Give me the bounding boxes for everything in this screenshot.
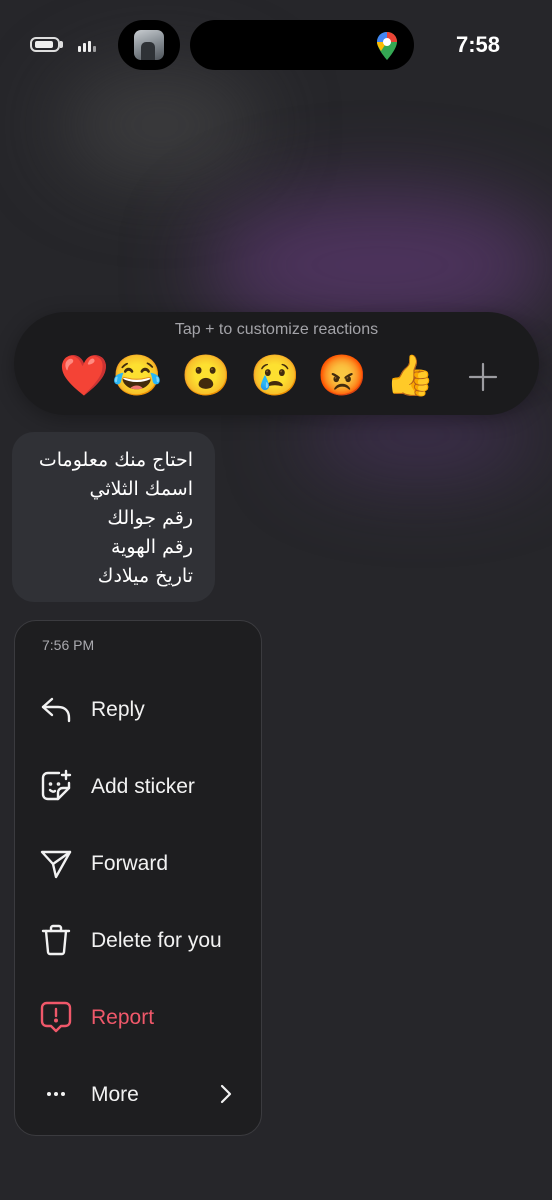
- background-blur: [60, 70, 260, 180]
- reaction-laughing[interactable]: 😂: [111, 350, 163, 402]
- message-line: اسمك الثلاثي: [89, 478, 194, 500]
- battery-icon: [30, 37, 60, 52]
- reply-button[interactable]: Reply: [15, 679, 261, 739]
- menu-item-label: Reply: [91, 698, 145, 721]
- message-line: تاريخ ميلادك: [97, 565, 193, 587]
- message-line: رقم جوالك: [107, 507, 193, 529]
- live-activity-thumbnail[interactable]: [118, 20, 180, 70]
- trash-icon: [41, 924, 71, 956]
- battery-tip: [60, 41, 63, 48]
- reaction-surprised[interactable]: 😮: [180, 350, 232, 402]
- status-time: 7:58: [455, 32, 501, 57]
- report-button[interactable]: Report: [15, 987, 261, 1047]
- delete-for-you-button[interactable]: Delete for you: [15, 910, 261, 970]
- reaction-angry[interactable]: 😡: [316, 350, 368, 402]
- forward-icon: [40, 850, 72, 879]
- menu-item-label: Delete for you: [91, 929, 222, 952]
- reaction-heart[interactable]: ❤️: [58, 350, 110, 402]
- message-line: احتاج منك معلومات: [38, 449, 193, 471]
- message-line: رقم الهوية: [110, 536, 193, 558]
- message-timestamp: 7:56 PM: [42, 637, 95, 653]
- report-icon: [40, 1001, 72, 1033]
- more-icon: [47, 1092, 65, 1096]
- sticker-icon: [41, 769, 72, 801]
- reply-icon: [41, 697, 71, 723]
- maps-pin-icon: [377, 32, 397, 60]
- reaction-hint: Tap + to customize reactions: [174, 321, 379, 338]
- forward-button[interactable]: Forward: [15, 833, 261, 893]
- add-sticker-button[interactable]: Add sticker: [15, 756, 261, 816]
- message-bubble[interactable]: احتاج منك معلومات اسمك الثلاثي رقم جوالك…: [12, 432, 215, 602]
- menu-item-label: More: [91, 1083, 139, 1106]
- message-context-menu: 7:56 PM Reply Add sticker Forward Delete…: [14, 620, 262, 1136]
- reaction-crying[interactable]: 😢: [249, 350, 301, 402]
- menu-item-label: Add sticker: [91, 775, 195, 798]
- plus-icon[interactable]: [458, 352, 508, 402]
- menu-item-label: Forward: [91, 852, 169, 875]
- more-button[interactable]: More: [15, 1064, 261, 1124]
- signal-icon: [78, 38, 98, 52]
- photo-thumbnail-icon: [134, 30, 164, 60]
- reaction-bar: Tap + to customize reactions ❤️ 😂 😮 😢 😡 …: [14, 312, 539, 415]
- chevron-right-icon: [220, 1084, 232, 1104]
- menu-item-label: Report: [91, 1006, 155, 1029]
- reaction-thumbs-up[interactable]: 👍: [384, 350, 436, 402]
- dynamic-island[interactable]: [190, 20, 414, 70]
